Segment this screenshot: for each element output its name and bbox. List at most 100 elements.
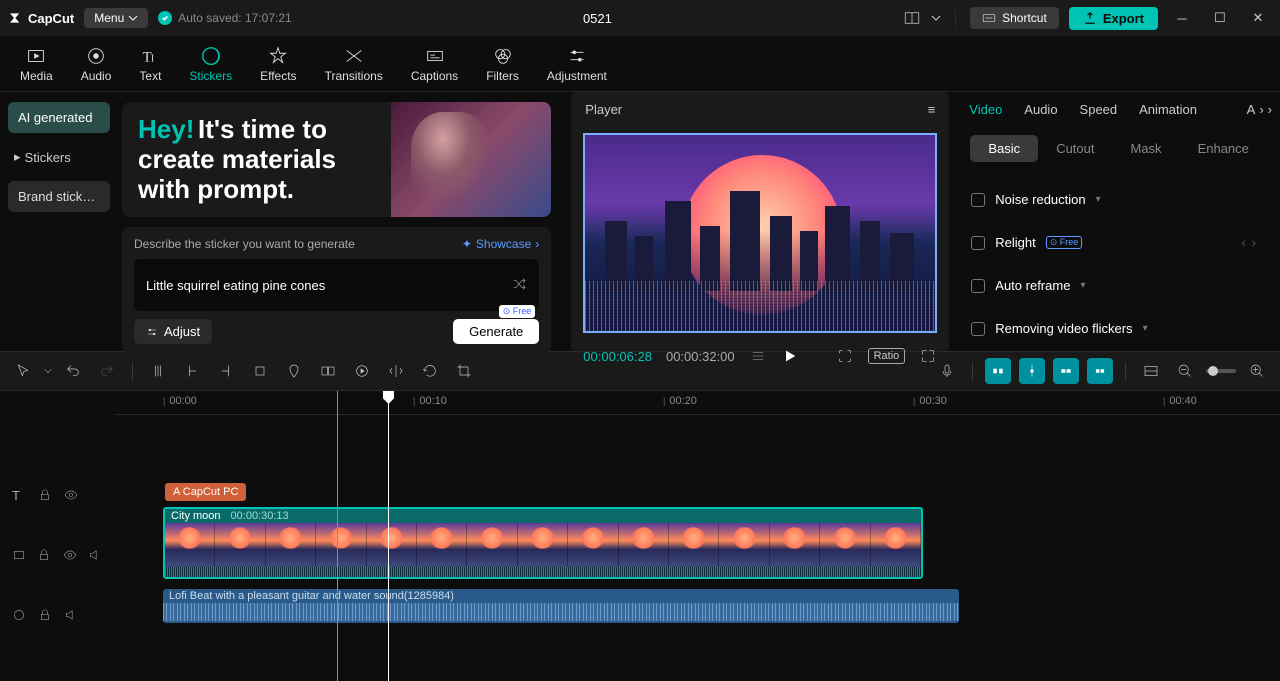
tab-audio[interactable]: Audio (67, 41, 126, 87)
magnet-tool[interactable] (985, 358, 1011, 384)
lib-ai-generated[interactable]: AI generated (8, 102, 110, 133)
tab-label: Transitions (325, 69, 383, 83)
subtab-cutout[interactable]: Cutout (1038, 135, 1112, 162)
text-clip[interactable]: A CapCut PC (165, 483, 246, 501)
adjust-button[interactable]: Adjust (134, 319, 212, 344)
track-options-icon[interactable] (1138, 358, 1164, 384)
opt-relight[interactable]: Relight ⊙ Free ‹ › (969, 221, 1268, 264)
prompt-input[interactable]: Little squirrel eating pine cones (134, 259, 539, 311)
eye-icon[interactable] (64, 488, 80, 504)
tab-transitions[interactable]: Transitions (311, 41, 397, 87)
shuffle-icon[interactable] (511, 276, 527, 295)
preview-tool[interactable] (1087, 358, 1113, 384)
showcase-link[interactable]: ✦ Showcase › (462, 237, 539, 251)
export-button[interactable]: Export (1069, 7, 1158, 30)
tab-media[interactable]: Media (6, 41, 67, 87)
checkbox-icon[interactable] (971, 279, 985, 293)
rotate-tool[interactable] (417, 358, 443, 384)
tab-adjustment[interactable]: Adjustment (533, 41, 621, 87)
play-button[interactable] (781, 347, 799, 365)
lock-icon[interactable] (38, 488, 54, 504)
generate-button[interactable]: Generate (453, 319, 539, 344)
prop-tab-speed[interactable]: Speed (1080, 102, 1118, 117)
chevron-down-icon[interactable] (44, 367, 52, 375)
minimize-button[interactable]: ─ (1168, 4, 1196, 32)
prop-tab-animation[interactable]: Animation (1139, 102, 1197, 117)
properties-tabs: Video Audio Speed Animation A › › (957, 92, 1280, 127)
eye-icon[interactable] (63, 548, 78, 564)
track-head-text: T (0, 471, 115, 521)
snap-tool[interactable] (1019, 358, 1045, 384)
reverse-tool[interactable] (349, 358, 375, 384)
text-track[interactable]: A CapCut PC (115, 471, 1280, 505)
ratio-button[interactable]: Ratio (868, 348, 906, 364)
opt-auto-reframe[interactable]: Auto reframe ▾ (969, 264, 1268, 307)
audio-track[interactable]: Lofi Beat with a pleasant guitar and wat… (115, 583, 1280, 633)
lib-brand-stickers[interactable]: Brand stick… (8, 181, 110, 212)
selection-tool[interactable] (10, 358, 36, 384)
prop-tabs-more[interactable]: A › › (1247, 102, 1272, 117)
subtab-mask[interactable]: Mask (1113, 135, 1180, 162)
opt-noise-reduction[interactable]: Noise reduction ▾ (969, 178, 1268, 221)
trim-left-tool[interactable] (179, 358, 205, 384)
lock-icon[interactable] (38, 608, 54, 624)
player-panel: Player ≡ 00:00:06:28 00:00:32:0 (571, 92, 949, 351)
checkbox-icon[interactable] (971, 193, 985, 207)
zoom-slider[interactable] (1206, 369, 1236, 373)
lib-stickers[interactable]: ▸ Stickers (8, 141, 110, 173)
timeline-track-heads: T (0, 391, 115, 681)
maximize-button[interactable]: ☐ (1206, 4, 1234, 32)
tab-effects[interactable]: Effects (246, 41, 310, 87)
zoom-out-icon[interactable] (1172, 358, 1198, 384)
player-menu-icon[interactable]: ≡ (928, 102, 936, 117)
tab-text[interactable]: TI Text (125, 41, 175, 87)
mirror-tool[interactable] (383, 358, 409, 384)
effects-icon (267, 45, 289, 67)
menu-button[interactable]: Menu (84, 8, 148, 28)
checkbox-icon[interactable] (971, 236, 985, 250)
tab-captions[interactable]: Captions (397, 41, 472, 87)
lock-icon[interactable] (37, 548, 52, 564)
audio-clip[interactable]: Lofi Beat with a pleasant guitar and wat… (163, 589, 959, 623)
layout-icon[interactable] (903, 9, 921, 27)
redo-button[interactable] (94, 358, 120, 384)
player-canvas[interactable] (571, 127, 949, 339)
opt-removing-flickers[interactable]: Removing video flickers ▾ (969, 307, 1268, 350)
undo-button[interactable] (60, 358, 86, 384)
tab-filters[interactable]: Filters (472, 41, 533, 87)
timeline-canvas[interactable]: 00:00 00:10 00:20 00:30 00:40 A CapCut P… (115, 391, 1280, 681)
prop-tab-video[interactable]: Video (969, 102, 1002, 117)
timeline-ruler[interactable]: 00:00 00:10 00:20 00:30 00:40 (115, 391, 1280, 415)
shortcut-button[interactable]: Shortcut (970, 7, 1059, 29)
video-track[interactable]: Cover City moon 00:00:30:13 (115, 505, 1280, 583)
close-button[interactable]: ✕ (1244, 4, 1272, 32)
mic-icon[interactable] (934, 358, 960, 384)
crop-tool[interactable] (247, 358, 273, 384)
chevron-down-icon[interactable] (931, 13, 941, 23)
subtab-enhance[interactable]: Enhance (1180, 135, 1267, 162)
audio-track-icon[interactable] (12, 608, 28, 624)
frames-tool[interactable] (315, 358, 341, 384)
scan-icon[interactable] (836, 347, 854, 365)
checkbox-icon[interactable] (971, 322, 985, 336)
timeline-marker[interactable] (337, 391, 338, 681)
link-tool[interactable] (1053, 358, 1079, 384)
list-icon[interactable] (749, 347, 767, 365)
zoom-in-icon[interactable] (1244, 358, 1270, 384)
tab-stickers[interactable]: Stickers (175, 41, 246, 87)
mute-icon[interactable] (88, 548, 103, 564)
chevron-left-icon[interactable]: ‹ (1241, 235, 1245, 250)
mute-icon[interactable] (64, 608, 80, 624)
marker-tool[interactable] (281, 358, 307, 384)
video-track-icon[interactable] (12, 548, 27, 564)
prop-tab-audio[interactable]: Audio (1024, 102, 1057, 117)
subtab-basic[interactable]: Basic (970, 135, 1038, 162)
chevron-right-icon[interactable]: › (1252, 235, 1256, 250)
playhead[interactable] (388, 391, 389, 681)
text-track-icon[interactable]: T (12, 488, 28, 504)
trim-right-tool[interactable] (213, 358, 239, 384)
split-tool[interactable] (145, 358, 171, 384)
video-clip[interactable]: City moon 00:00:30:13 (163, 507, 923, 579)
crop2-tool[interactable] (451, 358, 477, 384)
chevron-down-icon: ▾ (1096, 194, 1101, 205)
